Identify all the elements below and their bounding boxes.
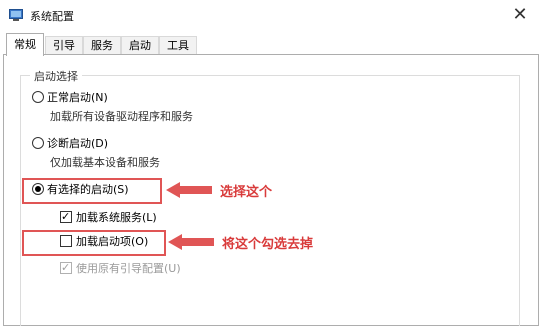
tab-tools[interactable]: 工具 [159,36,197,55]
tab-general[interactable]: 常规 [6,33,44,56]
normal-startup-label: 正常启动(N) [47,91,108,104]
checkbox-unchecked-icon [60,235,72,247]
load-startup-items-label: 加载启动项(O) [76,235,149,248]
tab-services[interactable]: 服务 [83,36,121,55]
title-bar: 系统配置 ✕ [0,0,540,30]
load-system-services-label: 加载系统服务(L) [76,211,157,224]
group-legend: 启动选择 [30,68,82,84]
checkbox-disabled-checked-icon [60,260,72,276]
checkbox-checked-icon [60,209,72,225]
radio-circle-icon [32,137,44,149]
close-button[interactable]: ✕ [500,0,540,30]
arrow-left-icon [168,234,214,250]
diagnostic-startup-desc: 仅加载基本设备和服务 [50,156,160,169]
tab-boot[interactable]: 引导 [45,36,83,55]
radio-checked-icon [32,183,44,195]
arrow-left-icon [166,182,212,198]
radio-circle-icon [32,91,44,103]
selective-startup-radio[interactable]: 有选择的启动(S) [32,182,129,198]
annotation-select-this: 选择这个 [220,185,273,200]
normal-startup-desc: 加载所有设备驱动程序和服务 [50,110,193,123]
system-config-app-icon [9,9,23,21]
window-title: 系统配置 [30,10,74,23]
use-original-boot-checkbox: 使用原有引导配置(U) [60,260,181,277]
load-system-services-checkbox[interactable]: 加载系统服务(L) [60,209,157,226]
load-startup-items-checkbox[interactable]: 加载启动项(O) [60,234,148,250]
selective-startup-label: 有选择的启动(S) [47,183,129,196]
tab-startup[interactable]: 启动 [121,36,159,55]
tab-strip: 常规 引导 服务 启动 工具 [0,33,540,56]
diagnostic-startup-label: 诊断启动(D) [47,137,109,150]
diagnostic-startup-radio[interactable]: 诊断启动(D) [32,136,108,152]
normal-startup-radio[interactable]: 正常启动(N) [32,90,108,106]
annotation-uncheck-this: 将这个勾选去掉 [222,237,314,252]
use-original-boot-label: 使用原有引导配置(U) [76,262,181,275]
